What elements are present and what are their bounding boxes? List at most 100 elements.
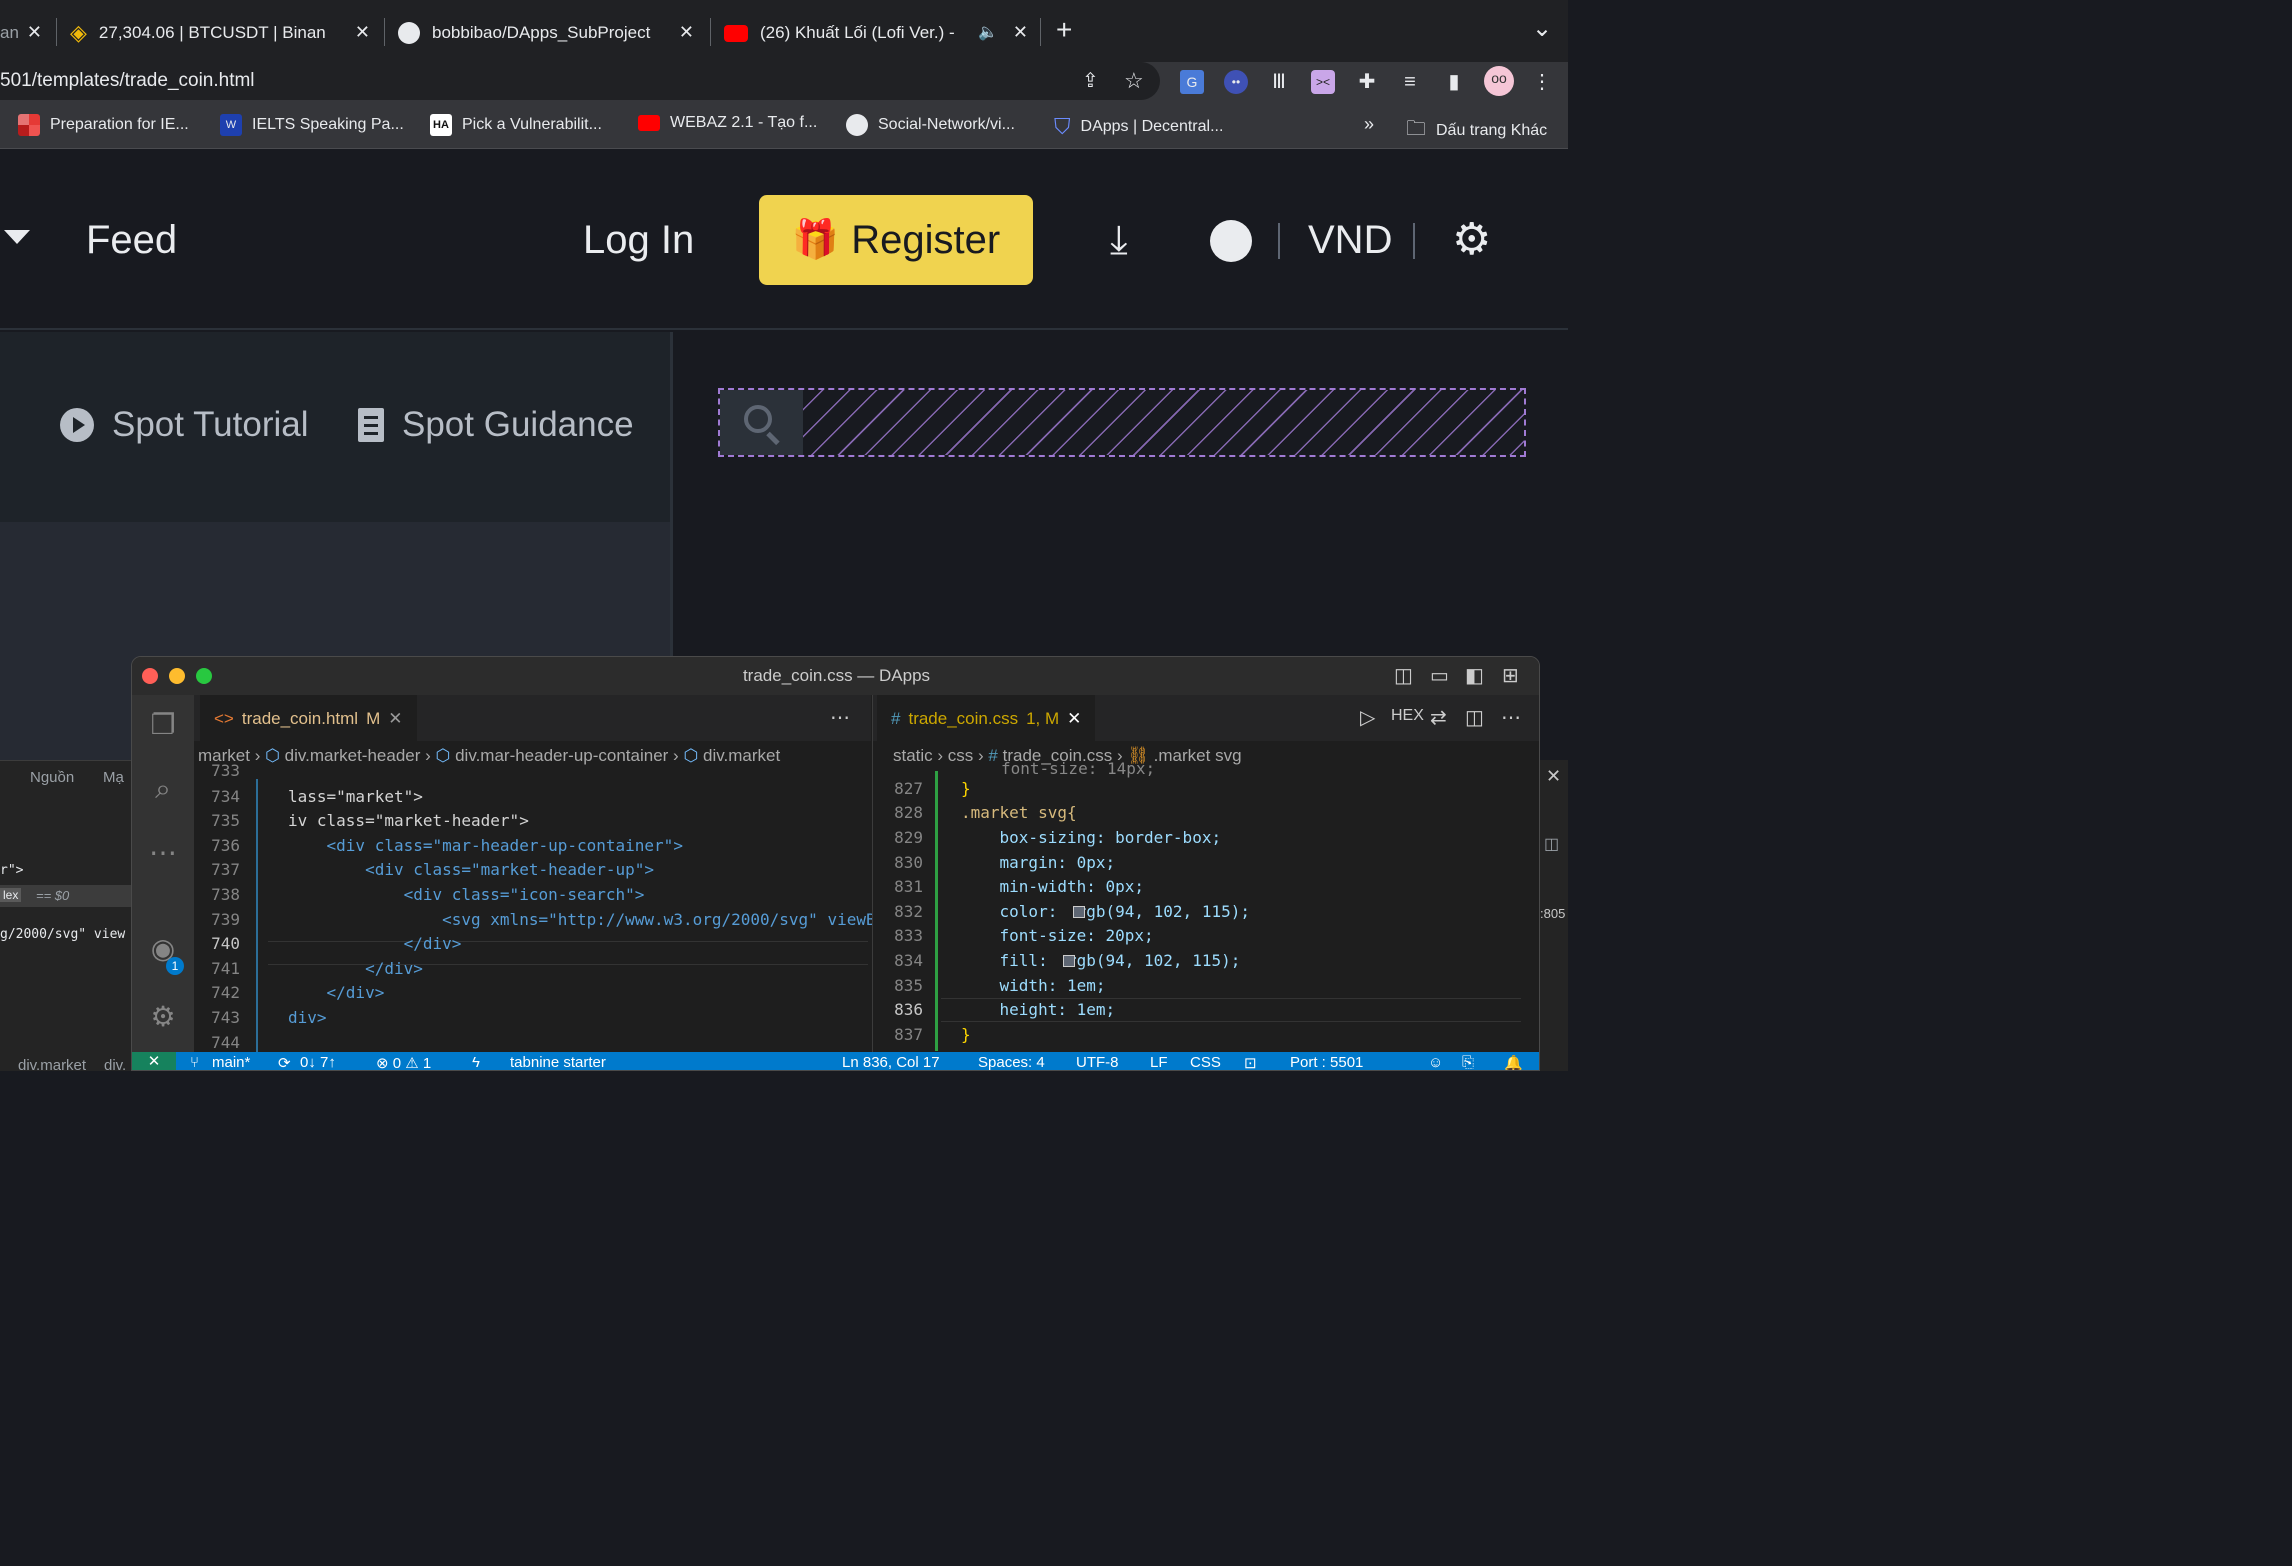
market-search[interactable] <box>718 388 1526 457</box>
split-editor-icon[interactable]: ◫ <box>1465 705 1484 730</box>
language-mode[interactable]: CSS <box>1190 1054 1221 1070</box>
download-icon[interactable]: ⤓ <box>1110 218 1128 263</box>
crumb[interactable]: div.market <box>703 746 780 765</box>
run-icon[interactable]: ▷ <box>1360 705 1375 730</box>
search-icon[interactable]: ⌕ <box>145 771 181 807</box>
color-swatch[interactable] <box>1073 906 1085 918</box>
extension-face-icon[interactable]: >< <box>1311 70 1335 94</box>
devtools-crumb[interactable]: div.market <box>18 1057 86 1074</box>
bookmark-item[interactable]: W IELTS Speaking Pa... <box>220 114 404 136</box>
share-icon[interactable]: ⇪ <box>1082 62 1099 100</box>
tab-trade-coin-css[interactable]: # trade_coin.css 1, M ✕ <box>877 695 1096 741</box>
login-link[interactable]: Log In <box>583 218 694 263</box>
tab-close-icon[interactable]: ✕ <box>388 709 402 729</box>
bookmark-item[interactable]: ⛉ DApps | Decentral... <box>1054 114 1223 140</box>
bookmark-item[interactable]: Preparation for IE... <box>18 114 189 136</box>
code-line: width: 1em; <box>961 976 1106 995</box>
speaker-icon[interactable]: 🔈 <box>978 22 998 42</box>
hex-toggle[interactable]: HEX <box>1391 707 1424 725</box>
feedback-icon[interactable]: ☺ <box>1428 1054 1443 1070</box>
extension-eyes-icon[interactable]: •• <box>1224 70 1248 94</box>
dock-toggle-icon[interactable]: ◫ <box>1544 834 1559 854</box>
git-branch[interactable]: main* <box>212 1054 250 1070</box>
other-bookmarks-folder[interactable]: 🗀 Dấu trang Khác <box>1406 114 1547 148</box>
git-sync[interactable]: 0↓ 7↑ <box>300 1054 336 1070</box>
tab-binance[interactable]: ◈ 27,304.06 | BTCUSDT | Binan ✕ <box>70 8 376 58</box>
compare-changes-icon[interactable]: ⇄ <box>1430 705 1447 730</box>
extension-lt-icon[interactable]: Ⅲ <box>1267 70 1291 94</box>
browser-menu-icon[interactable]: ⋮ <box>1530 70 1554 94</box>
tab-close-icon[interactable]: ✕ <box>679 22 694 43</box>
toggle-panel-icon[interactable]: ▭ <box>1430 657 1449 695</box>
currency-selector[interactable]: VND <box>1308 218 1392 263</box>
close-window-icon[interactable] <box>142 668 158 684</box>
toggle-secondary-sidebar-icon[interactable]: ◧ <box>1465 657 1484 695</box>
customize-layout-icon[interactable]: ⊞ <box>1502 657 1519 695</box>
google-translate-icon[interactable]: G <box>1180 70 1204 94</box>
devtools-crumb[interactable]: div. <box>104 1057 126 1074</box>
tab-close-icon[interactable]: ✕ <box>1013 22 1028 43</box>
tabnine-status[interactable]: tabnine starter <box>510 1054 606 1070</box>
github-icon <box>398 22 420 44</box>
live-share-icon[interactable]: ⊡ <box>1244 1054 1257 1070</box>
bookmark-item[interactable]: Social-Network/vi... <box>846 114 1015 136</box>
tab-youtube[interactable]: (26) Khuất Lối (Lofi Ver.) - 🔈 ✕ <box>724 8 1034 58</box>
crumb[interactable]: .market svg <box>1154 746 1242 765</box>
devtools-tab-sources[interactable]: Nguồn <box>30 769 74 786</box>
media-queue-icon[interactable]: ≡ <box>1398 70 1422 94</box>
live-server-port[interactable]: Port : 5501 <box>1290 1054 1363 1070</box>
settings-gear-icon[interactable]: ⚙ <box>1452 214 1491 265</box>
tab-close-icon[interactable]: ✕ <box>27 22 42 43</box>
devtools-selected-row[interactable]: lex == $0 <box>0 885 135 907</box>
tab-close-icon[interactable]: ✕ <box>1067 709 1081 729</box>
devtools-close-icon[interactable]: ✕ <box>1546 766 1561 787</box>
address-bar[interactable]: 501/templates/trade_coin.html ⇪ ☆ <box>0 62 1160 100</box>
more-actions-icon[interactable]: ⋯ <box>830 705 850 730</box>
maximize-window-icon[interactable] <box>196 668 212 684</box>
devtools-tab-network[interactable]: Mạ <box>103 769 124 786</box>
crumb[interactable]: static <box>893 746 933 765</box>
globe-icon[interactable] <box>1210 220 1252 262</box>
bookmark-star-icon[interactable]: ☆ <box>1124 62 1144 100</box>
crumb[interactable]: css <box>948 746 974 765</box>
extensions-puzzle-icon[interactable]: ✚ <box>1355 70 1379 94</box>
editor-css: # trade_coin.css 1, M ✕ ▷ HEX ⇄ ◫ ⋯ stat… <box>872 695 1539 1052</box>
line-number: 836 <box>894 1000 923 1019</box>
tab-trade-coin-html[interactable]: <> trade_coin.html M ✕ <box>200 695 417 741</box>
bookmark-item[interactable]: WEBAZ 2.1 - Tạo f... <box>638 114 817 132</box>
side-panel-icon[interactable]: ▮ <box>1442 70 1466 94</box>
cursor-position[interactable]: Ln 836, Col 17 <box>842 1054 940 1070</box>
nav-feed[interactable]: Feed <box>86 218 177 263</box>
more-bookmarks-button[interactable]: » <box>1364 114 1374 135</box>
encoding[interactable]: UTF-8 <box>1076 1054 1119 1070</box>
spot-guidance-link[interactable]: Spot Guidance <box>358 405 634 445</box>
more-actions-icon[interactable]: ⋯ <box>1501 705 1521 730</box>
search-input-highlight[interactable] <box>803 390 1524 455</box>
explorer-icon[interactable]: ❐ <box>145 707 181 743</box>
minimize-window-icon[interactable] <box>169 668 185 684</box>
indentation[interactable]: Spaces: 4 <box>978 1054 1045 1070</box>
problems-count[interactable]: ⊗ 0 ⚠ 1 <box>376 1054 431 1070</box>
accounts-status-icon[interactable]: ⎘ <box>1462 1054 1474 1070</box>
sync-icon: ⟳ <box>278 1055 291 1071</box>
color-swatch[interactable] <box>1063 955 1075 967</box>
profile-avatar-icon[interactable]: oo <box>1484 66 1514 96</box>
tab-github[interactable]: bobbibao/DApps_SubProject ✕ <box>398 8 700 58</box>
notifications-bell-icon[interactable]: 🔔 <box>1504 1054 1523 1070</box>
more-views-icon[interactable]: ⋯ <box>145 835 181 871</box>
manage-gear-icon[interactable]: ⚙ <box>145 999 181 1035</box>
crumb[interactable]: div.mar-header-up-container <box>455 746 668 765</box>
register-button[interactable]: 🎁 Register <box>759 195 1033 285</box>
lightning-icon[interactable]: ϟ <box>472 1054 480 1070</box>
tab-close-icon[interactable]: ✕ <box>355 22 370 43</box>
toggle-sidebar-icon[interactable]: ◫ <box>1394 657 1413 695</box>
tab-search-icon[interactable]: ⌄ <box>1532 14 1552 43</box>
remote-indicator-icon[interactable]: ✕ <box>132 1052 176 1070</box>
spot-tutorial-link[interactable]: Spot Tutorial <box>60 405 309 445</box>
bookmark-item[interactable]: HA Pick a Vulnerabilit... <box>430 114 602 136</box>
crumb[interactable]: div.market-header <box>285 746 421 765</box>
new-tab-button[interactable]: + <box>1056 14 1072 46</box>
caret-down-icon[interactable] <box>4 230 30 244</box>
end-of-line[interactable]: LF <box>1150 1054 1168 1070</box>
tab-partial[interactable]: an ✕ <box>0 8 50 58</box>
